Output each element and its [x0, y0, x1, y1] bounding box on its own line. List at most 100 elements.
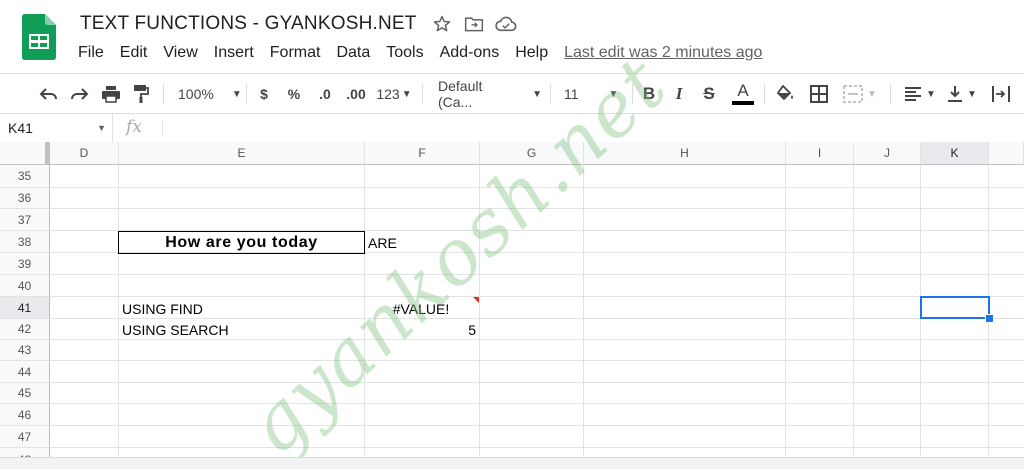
redo-icon[interactable] [66, 82, 92, 106]
cloud-saved-icon[interactable] [494, 13, 517, 35]
toolbar: 100% ▼ $ % .0 .00 123 ▼ Default (Ca... ▼… [0, 73, 1024, 114]
cell-f38[interactable]: ARE [368, 231, 478, 253]
chevron-down-icon: ▼ [532, 88, 542, 100]
chevron-down-icon: ▼ [867, 88, 877, 100]
horizontal-align-icon[interactable]: ▼ [900, 82, 940, 106]
zoom-value: 100% [178, 86, 214, 102]
toolbar-divider [422, 84, 423, 104]
chevron-down-icon: ▼ [97, 123, 106, 133]
star-icon[interactable] [431, 13, 453, 35]
column-header-k[interactable]: K [921, 142, 989, 165]
row-header-45[interactable]: 45 [0, 383, 50, 404]
toolbar-divider [163, 84, 164, 104]
text-color-icon: A [737, 81, 749, 100]
toolbar-divider [764, 84, 765, 104]
decrease-decimal-button[interactable]: .0 [312, 82, 338, 106]
cell-e42[interactable]: USING SEARCH [122, 319, 362, 340]
formula-input[interactable] [172, 114, 1022, 142]
font-name: Default (Ca... [438, 78, 483, 110]
row-header-42[interactable]: 42 [0, 319, 50, 340]
font-select[interactable]: Default (Ca... ▼ [432, 78, 542, 110]
menu-insert[interactable]: Insert [206, 44, 262, 62]
cell-e38[interactable]: How are you today [118, 231, 365, 254]
column-header-l[interactable] [989, 142, 1024, 165]
column-header-i[interactable]: I [786, 142, 854, 165]
more-formats-select[interactable]: 123 ▼ [374, 82, 414, 106]
column-header-g[interactable]: G [480, 142, 584, 165]
gridline [50, 425, 1024, 426]
strikethrough-button[interactable]: S [698, 82, 720, 106]
cell-e41[interactable]: USING FIND [122, 297, 362, 319]
vertical-align-icon[interactable]: ▼ [944, 82, 980, 106]
sheets-logo-icon[interactable] [22, 14, 56, 60]
row-header-36[interactable]: 36 [0, 188, 50, 209]
row-header-47[interactable]: 47 [0, 426, 50, 448]
name-box-value: K41 [8, 120, 33, 136]
menu-bar: File Edit View Insert Format Data Tools … [70, 42, 762, 64]
menu-data[interactable]: Data [328, 44, 378, 62]
chevron-down-icon: ▼ [608, 88, 619, 100]
merge-cells-icon[interactable]: ▼ [840, 82, 880, 106]
percent-button[interactable]: % [284, 82, 304, 106]
font-size-value: 11 [564, 86, 579, 102]
fill-handle[interactable] [985, 314, 994, 323]
currency-button[interactable]: $ [254, 82, 274, 106]
select-all-corner[interactable] [0, 142, 50, 165]
zoom-select[interactable]: 100% ▼ [172, 82, 242, 106]
font-size-select[interactable]: 11 ▼ [558, 82, 626, 106]
chevron-down-icon: ▼ [967, 88, 977, 100]
row-header-35[interactable]: 35 [0, 165, 50, 188]
italic-button[interactable]: I [668, 82, 690, 106]
row-header-41[interactable]: 41 [0, 297, 50, 319]
column-header-j[interactable]: J [854, 142, 921, 165]
name-box[interactable]: K41 ▼ [0, 114, 113, 142]
undo-icon[interactable] [36, 82, 62, 106]
gridline [583, 165, 584, 468]
menu-help[interactable]: Help [507, 44, 556, 62]
chevron-down-icon: ▼ [926, 88, 936, 100]
print-icon[interactable] [98, 82, 124, 106]
column-header-e[interactable]: E [119, 142, 365, 165]
spreadsheet-grid[interactable]: D E F G H I J K 35 36 37 38 39 40 41 42 … [0, 39, 1024, 471]
error-indicator-icon[interactable] [473, 297, 479, 303]
document-title[interactable]: TEXT FUNCTIONS - GYANKOSH.NET [80, 13, 417, 35]
formula-bar: K41 ▼ fx [0, 113, 1024, 143]
paint-format-icon[interactable] [128, 82, 154, 106]
cell-f41[interactable]: #VALUE! [366, 297, 476, 319]
menu-file[interactable]: File [70, 44, 112, 62]
row-header-39[interactable]: 39 [0, 253, 50, 275]
chevron-down-icon: ▼ [231, 88, 242, 100]
gridline [50, 382, 1024, 383]
gridline [50, 274, 1024, 275]
more-formats-label: 123 [376, 86, 400, 102]
column-header-d[interactable]: D [50, 142, 119, 165]
menu-tools[interactable]: Tools [378, 44, 431, 62]
fill-color-icon[interactable] [772, 82, 798, 106]
formula-divider [162, 120, 163, 136]
bold-button[interactable]: B [638, 82, 660, 106]
increase-decimal-button[interactable]: .00 [342, 82, 370, 106]
move-folder-icon[interactable] [463, 13, 485, 35]
row-header-40[interactable]: 40 [0, 275, 50, 297]
text-color-button[interactable]: A [730, 82, 756, 106]
column-header-h[interactable]: H [584, 142, 786, 165]
gridline [50, 208, 1024, 209]
row-header-46[interactable]: 46 [0, 404, 50, 426]
last-edit-link[interactable]: Last edit was 2 minutes ago [564, 44, 762, 62]
cell-f42[interactable]: 5 [366, 319, 476, 340]
gridline [118, 165, 119, 468]
menu-format[interactable]: Format [262, 44, 329, 62]
menu-edit[interactable]: Edit [112, 44, 156, 62]
column-header-f[interactable]: F [365, 142, 480, 165]
row-header-37[interactable]: 37 [0, 209, 50, 231]
text-wrapping-icon[interactable] [986, 82, 1016, 106]
borders-icon[interactable] [806, 82, 832, 106]
row-header-38[interactable]: 38 [0, 231, 50, 253]
horizontal-scrollbar[interactable] [0, 457, 1024, 469]
row-header-44[interactable]: 44 [0, 361, 50, 383]
active-cell-selection[interactable] [920, 296, 990, 319]
row-header-43[interactable]: 43 [0, 340, 50, 361]
menu-add-ons[interactable]: Add-ons [432, 44, 508, 62]
menu-view[interactable]: View [155, 44, 205, 62]
gridline [50, 403, 1024, 404]
